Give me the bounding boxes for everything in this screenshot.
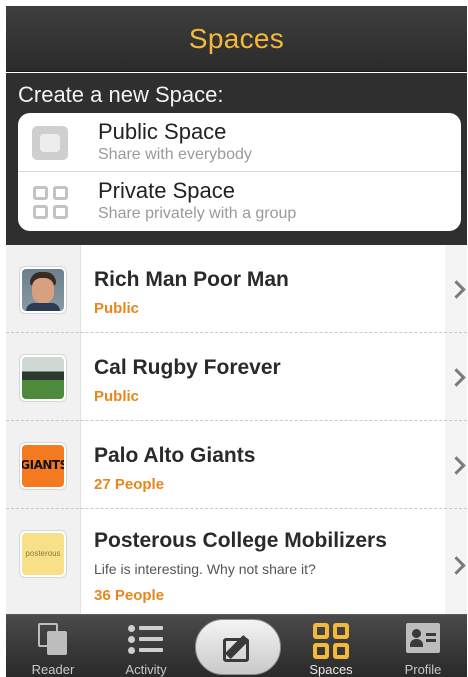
- page-title: Spaces: [188, 22, 285, 54]
- profile-icon: [406, 623, 440, 653]
- spaces-icon: [313, 623, 349, 659]
- space-row-palo-alto-giants[interactable]: GIANTS Palo Alto Giants 27 People: [6, 421, 467, 509]
- nav-bar: Spaces: [6, 6, 467, 72]
- space-visibility: Public: [94, 388, 140, 405]
- private-space-icon: [32, 185, 68, 219]
- space-row-rich-man-poor-man[interactable]: Rich Man Poor Man Public: [6, 245, 467, 333]
- public-space-option[interactable]: Public Space Share with everybody: [18, 113, 461, 172]
- public-space-title: Public Space: [98, 119, 227, 144]
- compose-button[interactable]: [195, 619, 281, 675]
- space-thumbnail: [19, 266, 67, 314]
- private-space-option[interactable]: Private Space Share privately with a gro…: [18, 172, 461, 231]
- space-title: Rich Man Poor Man: [94, 268, 289, 291]
- activity-icon: [128, 623, 164, 655]
- tab-label: Reader: [31, 662, 75, 677]
- space-thumbnail: [19, 354, 67, 402]
- public-space-icon: [32, 126, 68, 160]
- tab-label: Spaces: [309, 662, 353, 677]
- tab-label: Activity: [125, 662, 167, 677]
- reader-icon: [38, 623, 68, 655]
- app-screen: Spaces Create a new Space: Public Space …: [6, 6, 467, 677]
- chevron-right-icon: [447, 556, 466, 575]
- public-space-subtitle: Share with everybody: [98, 146, 252, 163]
- space-title: Cal Rugby Forever: [94, 356, 281, 379]
- space-visibility: Public: [94, 300, 140, 317]
- create-space-options: Public Space Share with everybody Privat…: [18, 113, 461, 231]
- private-space-title: Private Space: [98, 178, 235, 203]
- tab-reader[interactable]: Reader: [13, 615, 93, 677]
- tab-label: Profile: [404, 662, 442, 677]
- space-title: Palo Alto Giants: [94, 444, 256, 467]
- space-title: Posterous College Mobilizers: [94, 529, 387, 552]
- tab-activity[interactable]: Activity: [106, 615, 186, 677]
- space-member-count: 36 People: [94, 587, 165, 604]
- profile-photo: [22, 269, 64, 311]
- giants-logo: GIANTS: [22, 445, 64, 487]
- spaces-list: Rich Man Poor Man Public Cal Rugby Forev…: [6, 245, 467, 614]
- space-member-count: 27 People: [94, 476, 165, 493]
- space-thumbnail: posterous: [19, 530, 67, 578]
- rugby-field-photo: [22, 357, 64, 399]
- chevron-right-icon: [447, 456, 466, 475]
- create-space-label: Create a new Space:: [18, 82, 224, 107]
- compose-icon: [223, 632, 255, 664]
- chevron-right-icon: [447, 368, 466, 387]
- space-row-posterous-college-mobilizers[interactable]: posterous Posterous College Mobilizers L…: [6, 509, 467, 614]
- space-description: Life is interesting. Why not share it?: [94, 561, 316, 577]
- tab-bar: Reader Activity Spaces Profile: [6, 614, 467, 677]
- space-row-cal-rugby-forever[interactable]: Cal Rugby Forever Public: [6, 333, 467, 421]
- tab-spaces[interactable]: Spaces: [291, 615, 371, 677]
- create-space-section: Create a new Space: Public Space Share w…: [6, 73, 467, 245]
- tab-profile[interactable]: Profile: [383, 615, 463, 677]
- chevron-right-icon: [447, 280, 466, 299]
- space-thumbnail: GIANTS: [19, 442, 67, 490]
- private-space-subtitle: Share privately with a group: [98, 205, 297, 222]
- posterous-logo: posterous: [22, 533, 64, 575]
